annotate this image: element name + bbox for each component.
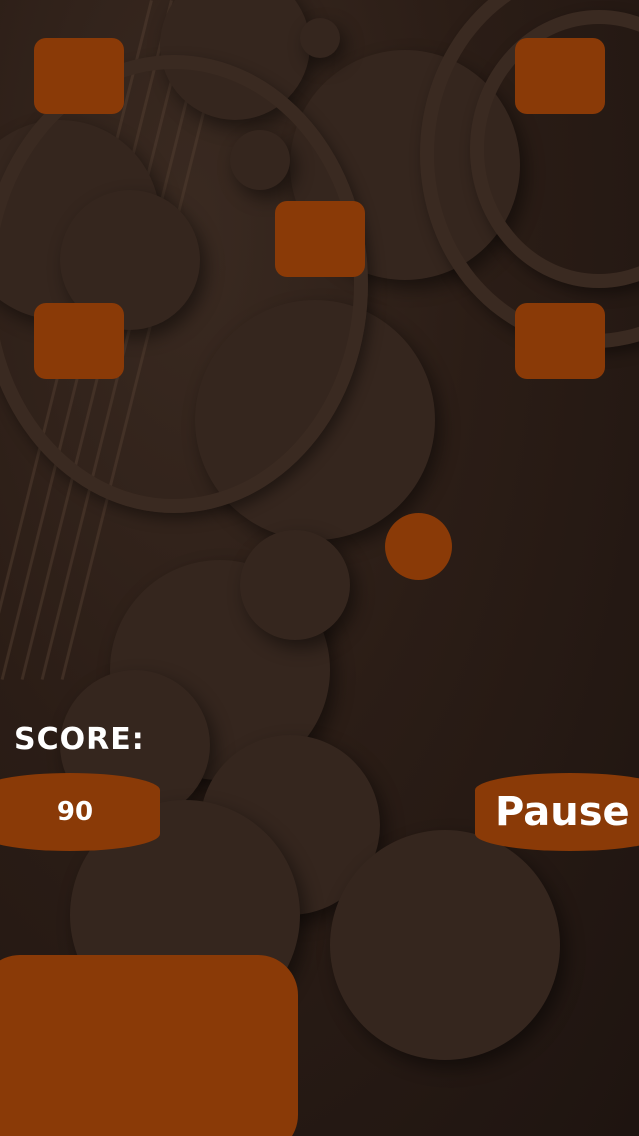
bg-circle [300,18,340,58]
game-stage: SCORE: 90 Pause [0,0,639,1136]
bg-circle [240,530,350,640]
brick [34,303,124,379]
ball [385,513,452,580]
paddle[interactable] [0,955,298,1136]
bg-circle [330,830,560,1060]
brick [515,303,605,379]
brick [34,38,124,114]
pause-button[interactable]: Pause [475,773,639,851]
pause-label: Pause [495,789,630,835]
brick [515,38,605,114]
score-display: 90 [0,773,160,851]
score-label: SCORE: [14,722,145,757]
brick [275,201,365,277]
score-value: 90 [56,797,94,827]
